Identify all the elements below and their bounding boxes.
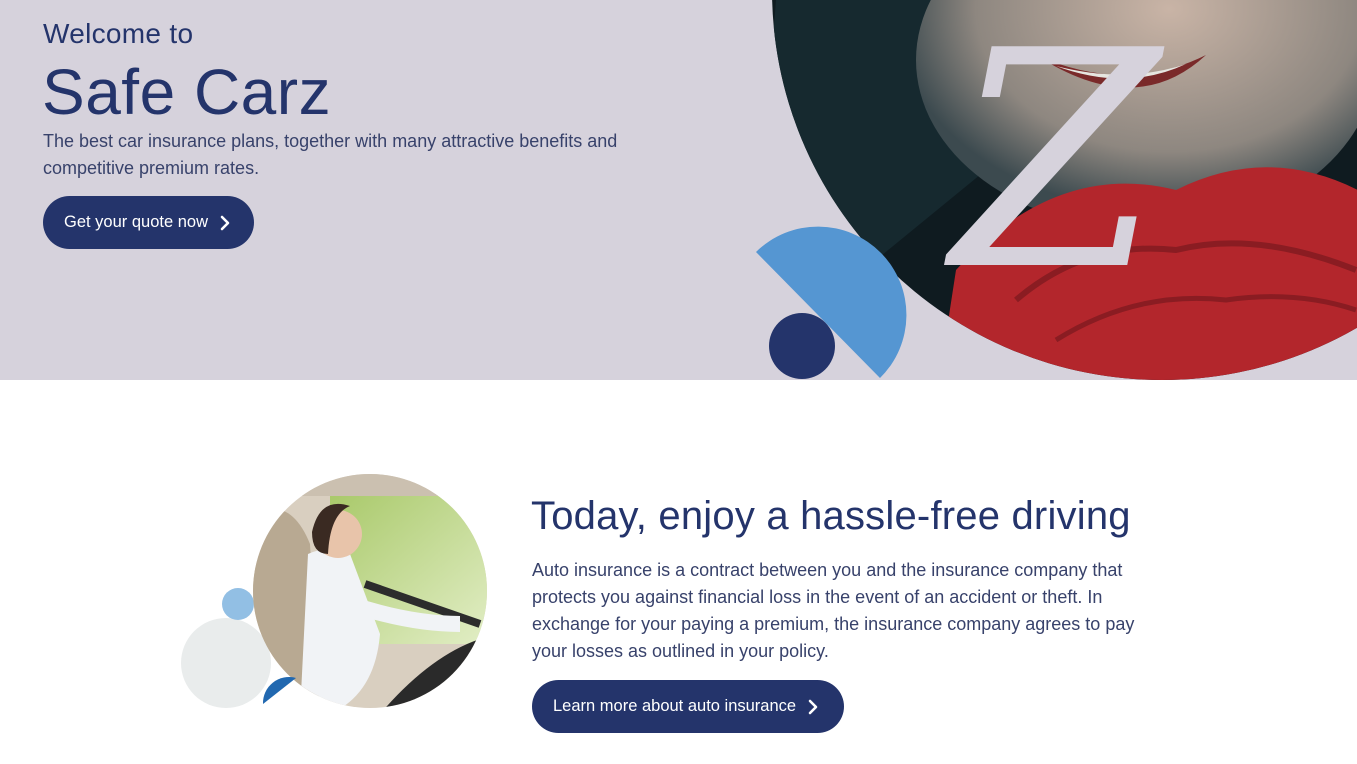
section-title: Today, enjoy a hassle-free driving: [531, 494, 1131, 538]
navy-dot-shape: [769, 313, 835, 379]
section-body-text: Auto insurance is a contract between you…: [532, 560, 1135, 661]
hero-title: Safe Carz: [42, 56, 332, 128]
hero-photo-smiling-child: Z: [756, 0, 1357, 380]
learn-more-label: Learn more about auto insurance: [553, 697, 797, 715]
z-logo-letter: Z: [942, 0, 1167, 336]
blue-quarter-shape: [262, 677, 296, 704]
hero-welcome-text: Welcome to: [43, 18, 194, 49]
pale-circle-shape: [181, 618, 271, 708]
hero-subtitle: The best car insurance plans, together w…: [43, 131, 618, 178]
light-blue-dot-shape: [222, 588, 254, 620]
get-quote-label: Get your quote now: [64, 213, 209, 231]
chevron-right-icon: [220, 215, 230, 231]
driver-illustration: [181, 474, 487, 708]
hero-section: Welcome to Safe Carz The best car insura…: [0, 0, 1357, 380]
learn-more-button[interactable]: Learn more about auto insurance: [532, 680, 844, 733]
get-quote-button[interactable]: Get your quote now: [43, 196, 254, 249]
chevron-right-icon: [808, 699, 818, 715]
